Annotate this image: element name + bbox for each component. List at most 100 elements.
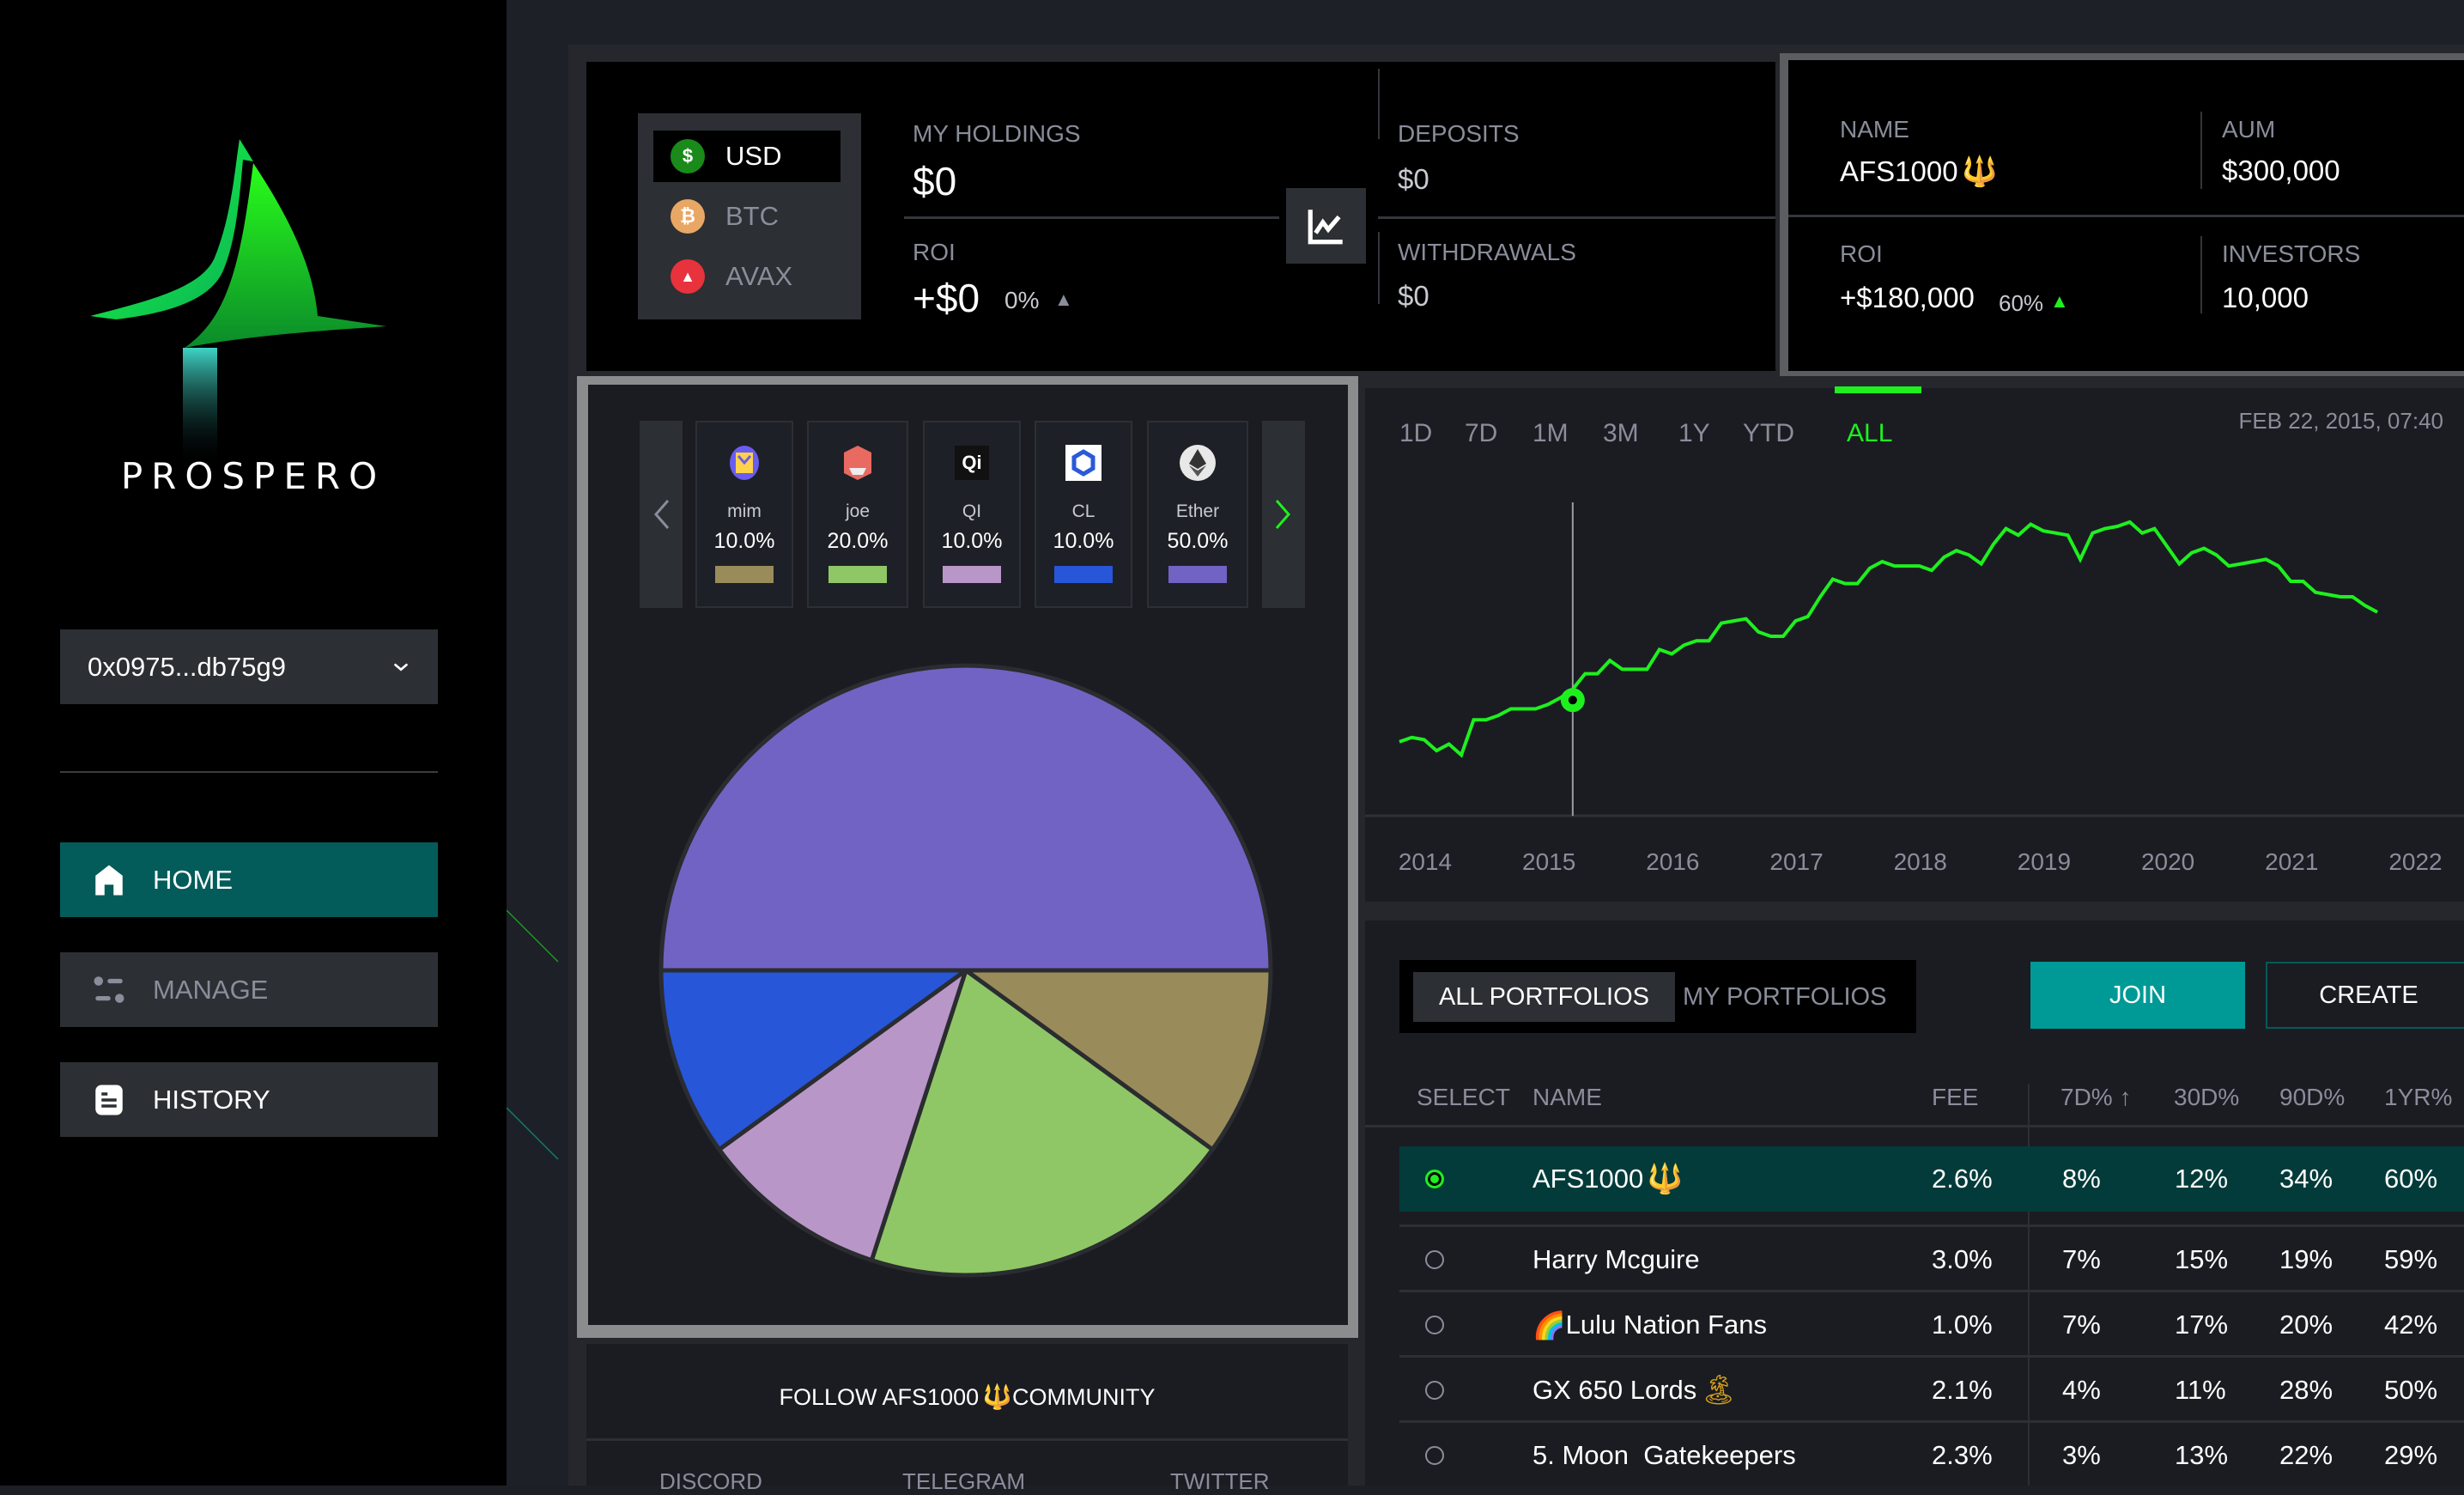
sidebar-item-manage[interactable]: MANAGE [60,952,438,1027]
range-tab-1m[interactable]: 1M [1532,419,1569,448]
deposits-label: DEPOSITS [1398,120,1520,147]
island-icon: 🏝 [1700,1374,1738,1407]
radio-button[interactable] [1425,1381,1444,1400]
legend-item-ether[interactable]: Ether 50.0% [1147,421,1248,608]
column-header-30d[interactable]: 30D% [2174,1084,2239,1111]
divider [2200,236,2202,313]
legend-prev-button[interactable] [640,421,683,608]
row-divider [1399,1290,2464,1292]
chart-toggle-button[interactable] [1286,188,1366,264]
tab-my-portfolios[interactable]: MY PORTFOLIOS [1657,972,1912,1022]
sidebar-item-history[interactable]: HISTORY [60,1062,438,1137]
range-tab-3m[interactable]: 3M [1603,419,1639,448]
column-header-name[interactable]: NAME [1532,1084,1602,1111]
currency-label: USD [725,141,782,171]
pie-slice-ether[interactable] [658,663,1273,973]
legend-name: mim [727,501,762,521]
tab-all-portfolios[interactable]: ALL PORTFOLIOS [1413,972,1675,1022]
legend-percent: 50.0% [1167,529,1229,553]
radio-button[interactable] [1425,1446,1444,1465]
roi-percent: 0% [1004,287,1040,313]
7d-cell: 7% [2062,1310,2101,1340]
fee-cell: 2.1% [1932,1375,1993,1405]
roi-value: +$0 [913,276,980,320]
currency-usd[interactable]: $ USD [653,131,841,182]
range-tab-all[interactable]: ALL [1847,419,1892,448]
90d-cell: 28% [2279,1375,2334,1405]
range-tab-1d[interactable]: 1D [1399,419,1432,448]
trident-icon: 🔱 [982,1383,1012,1410]
join-button[interactable]: JOIN [2030,962,2245,1029]
row-divider [1399,1225,2464,1227]
legend-item-cl[interactable]: CL 10.0% [1035,421,1132,608]
table-row[interactable]: Harry Mcguire 3.0% 7% 15% 19% 59% [1399,1227,2464,1292]
portfolio-name: Lulu Nation Fans [1565,1310,1767,1340]
table-row[interactable]: AFS1000 🔱 2.6% 8% 12% 34% 60% [1399,1146,2464,1212]
rainbow-icon: 🌈 [1532,1310,1566,1340]
roi-label: ROI [913,239,956,265]
90d-cell: 22% [2279,1440,2334,1470]
column-header-fee[interactable]: FEE [1932,1084,1978,1111]
range-tab-7d[interactable]: 7D [1465,419,1497,448]
range-tab-ytd[interactable]: YTD [1743,419,1794,448]
hover-point-center [1568,696,1577,705]
7d-cell: 3% [2062,1440,2101,1470]
brand-name: PROSPERO [120,455,386,497]
currency-avax[interactable]: ▲ AVAX [653,251,841,302]
divider [1788,215,2464,217]
90d-cell: 19% [2279,1244,2334,1274]
column-header-1yr[interactable]: 1YR% [2384,1084,2452,1111]
legend-item-mim[interactable]: mim 10.0% [695,421,793,608]
table-row[interactable]: GX 650 Lords 🏝 2.1% 4% 11% 28% 50% [1399,1358,2464,1423]
decorative-lines [507,909,559,1160]
my-holdings-label: MY HOLDINGS [913,120,1081,147]
discord-link[interactable]: DISCORD [659,1468,762,1495]
column-header-select: SELECT [1417,1084,1510,1110]
select-cell[interactable] [1425,1423,1444,1488]
range-tab-1y[interactable]: 1Y [1678,419,1710,448]
divider [1378,69,1380,139]
select-cell[interactable] [1425,1146,1444,1212]
table-row[interactable]: 🌈 Lulu Nation Fans 1.0% 7% 17% 20% 42% [1399,1292,2464,1358]
chainlink-icon [1062,441,1105,484]
bitcoin-icon: ₿ [671,199,705,234]
performance-line-chart[interactable] [1365,464,2464,902]
trident-icon: 🔱 [1647,1163,1684,1195]
column-header-7d[interactable]: 7D% ↑ [2060,1084,2131,1111]
create-button[interactable]: CREATE [2266,962,2464,1029]
investors-label: INVESTORS [2222,240,2361,267]
twitter-link[interactable]: TWITTER [1170,1468,1270,1495]
name-cell: 5. Moon Gatekeepers [1532,1423,1796,1488]
legend-swatch [715,566,774,583]
sidebar-divider [60,771,438,773]
x-tick-label: 2017 [1769,848,1824,875]
radio-button[interactable] [1425,1170,1444,1188]
legend-name: CL [1071,501,1095,521]
radio-button[interactable] [1425,1250,1444,1269]
joe-token-icon [836,441,879,484]
name-cell: GX 650 Lords 🏝 [1532,1358,1737,1423]
my-holdings-value: $0 [913,159,957,204]
sidebar-item-home[interactable]: HOME [60,842,438,917]
legend-swatch [943,566,1001,583]
column-header-90d[interactable]: 90D% [2279,1084,2345,1111]
select-cell[interactable] [1425,1292,1444,1358]
30d-cell: 15% [2175,1244,2229,1274]
table-row[interactable]: 5. Moon Gatekeepers 2.3% 3% 13% 22% 29% [1399,1423,2464,1488]
legend-next-button[interactable] [1262,421,1305,608]
radio-button[interactable] [1425,1316,1444,1334]
portfolio-tabs: ALL PORTFOLIOS MY PORTFOLIOS [1399,960,1916,1033]
currency-btc[interactable]: ₿ BTC [653,191,841,242]
telegram-link[interactable]: TELEGRAM [902,1468,1025,1495]
aum-value: $300,000 [2222,155,2340,186]
select-cell[interactable] [1425,1227,1444,1292]
portfolio-name: Harry Mcguire [1532,1244,1700,1274]
fee-cell: 2.6% [1932,1164,1993,1194]
legend-item-joe[interactable]: joe 20.0% [807,421,908,608]
community-title: FOLLOW AFS1000 🔱COMMUNITY [586,1383,1348,1411]
legend-item-qi[interactable]: Qi QI 10.0% [923,421,1021,608]
select-cell[interactable] [1425,1358,1444,1423]
roi-percent: 60% [1999,290,2044,316]
row-divider [1399,1355,2464,1358]
wallet-dropdown[interactable]: 0x0975...db75g9 [60,629,438,704]
